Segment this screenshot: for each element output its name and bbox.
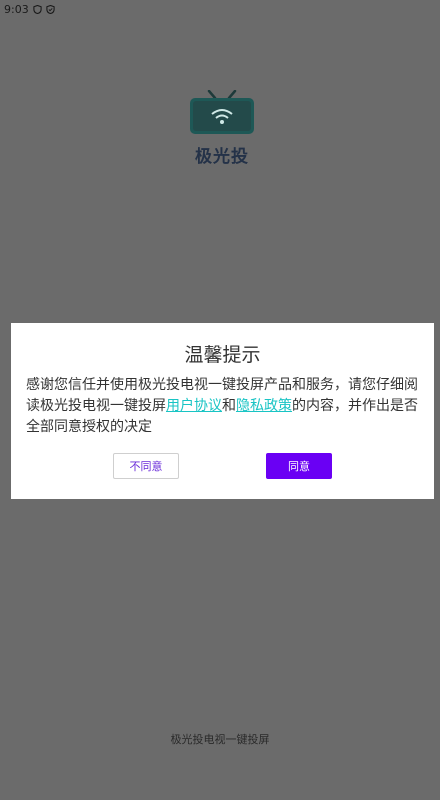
message-text-and: 和 [222,398,236,414]
tv-wifi-icon [190,90,254,134]
status-bar: 9:03 [0,0,440,18]
agree-button[interactable]: 同意 [266,453,332,479]
shield-icon [33,4,42,14]
app-logo: 极光投 [186,90,258,167]
disagree-button[interactable]: 不同意 [113,453,179,479]
privacy-policy-link[interactable]: 隐私政策 [236,398,292,414]
app-footer-text: 极光投电视一键投屏 [170,733,270,746]
user-agreement-link[interactable]: 用户协议 [166,398,222,414]
dialog-message: 感谢您信任并使用极光投电视一键投屏产品和服务，请您仔细阅读极光投电视一键投屏用户… [26,375,422,438]
dialog-title: 温馨提示 [184,344,261,366]
status-time: 9:03 [4,2,29,16]
shield-check-icon [46,4,55,14]
app-name: 极光投 [195,147,249,167]
privacy-dialog: 温馨提示 感谢您信任并使用极光投电视一键投屏产品和服务，请您仔细阅读极光投电视一… [11,323,434,499]
